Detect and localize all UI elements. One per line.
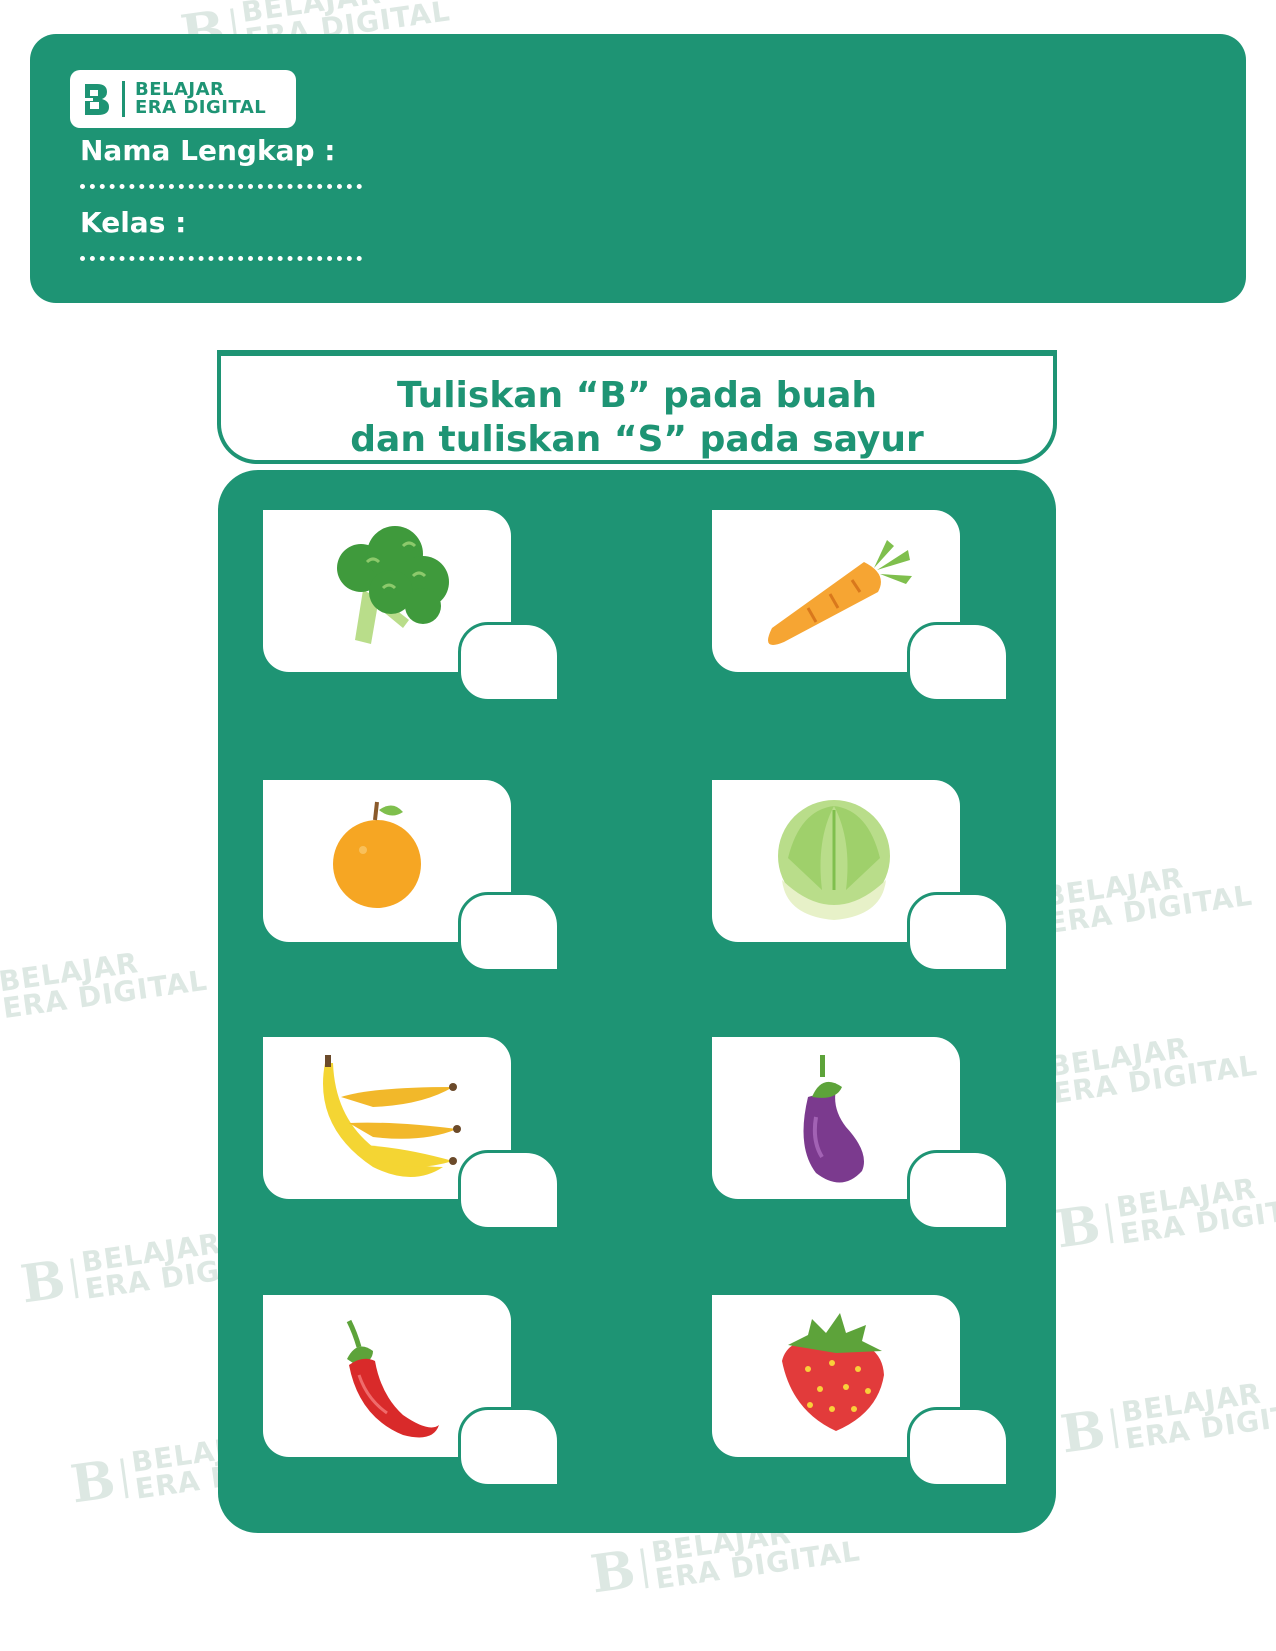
logo-text: BELAJAR ERA DIGITAL <box>135 79 267 118</box>
answer-box[interactable] <box>458 622 560 702</box>
student-info-header: BELAJAR ERA DIGITAL Nama Lengkap : Kelas… <box>30 34 1246 303</box>
logo-separator <box>122 81 125 117</box>
instruction-box: Tuliskan “B” pada buah dan tuliskan “S” … <box>217 350 1057 464</box>
items-board <box>218 470 1056 1533</box>
name-field[interactable] <box>80 184 362 189</box>
watermark: B BELAJARERA DIGITAL <box>1052 1171 1276 1261</box>
answer-box[interactable] <box>907 1407 1009 1487</box>
watermark: BELAJAR ERA DIGITAL <box>1046 1031 1260 1110</box>
watermark: B BELAJARERA DIGITAL <box>1057 1376 1276 1466</box>
answer-box[interactable] <box>907 1150 1009 1230</box>
instruction-line-1: Tuliskan “B” pada buah <box>396 375 877 416</box>
watermark: BELAJAR ERA DIGITAL <box>1041 861 1255 940</box>
answer-box[interactable] <box>907 892 1009 972</box>
answer-box[interactable] <box>458 892 560 972</box>
logo-b-icon <box>70 70 122 128</box>
name-label: Nama Lengkap : <box>80 134 336 167</box>
answer-box[interactable] <box>458 1407 560 1487</box>
answer-box[interactable] <box>907 622 1009 702</box>
class-label: Kelas : <box>80 206 187 239</box>
instruction-line-2: dan tuliskan “S” pada sayur <box>350 419 924 460</box>
brand-logo: BELAJAR ERA DIGITAL <box>70 70 296 128</box>
class-field[interactable] <box>80 256 362 261</box>
answer-box[interactable] <box>458 1150 560 1230</box>
watermark: BELAJAR ERA DIGITAL <box>0 946 210 1025</box>
